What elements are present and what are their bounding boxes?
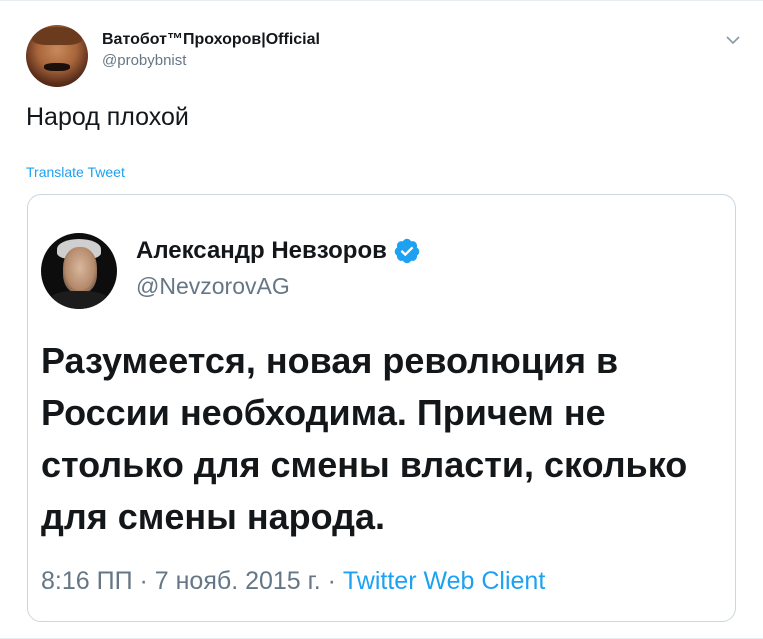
avatar-mustache (44, 63, 70, 71)
avatar-face (63, 247, 97, 293)
quoted-tweet-time[interactable]: 8:16 ПП (41, 567, 133, 595)
quoted-tweet-text: Разумеется, новая революция в России нео… (41, 340, 688, 537)
tweet-card: Ватобот™Прохоров|Official @probybnist На… (0, 0, 763, 639)
quoted-user-avatar[interactable] (41, 233, 117, 309)
user-block[interactable]: Ватобот™Прохоров|Official @probybnist (102, 31, 320, 69)
quoted-tweet-date[interactable]: 7 нояб. 2015 г. (155, 567, 321, 595)
display-name[interactable]: Ватобот™Прохоров|Official (102, 31, 320, 49)
quoted-display-name[interactable]: Александр Невзоров (136, 237, 387, 265)
quoted-tweet[interactable]: Александр Невзоров @NevzorovAG Разумеетс… (27, 194, 736, 622)
quoted-user-handle[interactable]: @NevzorovAG (136, 273, 290, 300)
user-handle[interactable]: @probybnist (102, 52, 320, 69)
quoted-name-row: Александр Невзоров (136, 237, 421, 265)
tweet-client-link[interactable]: Twitter Web Client (343, 567, 545, 595)
translate-tweet-link[interactable]: Translate Tweet (26, 164, 125, 180)
avatar-coat (47, 291, 111, 309)
avatar-hat (32, 27, 82, 45)
meta-separator: · (327, 567, 336, 595)
chevron-down-icon[interactable] (724, 31, 742, 49)
verified-badge-icon (394, 238, 420, 264)
tweet-header: Ватобот™Прохоров|Official @probybnist (26, 23, 746, 89)
user-avatar[interactable] (26, 25, 88, 87)
meta-separator: · (139, 567, 148, 595)
tweet-text: Народ плохой (26, 103, 189, 131)
quoted-tweet-meta: 8:16 ПП · 7 нояб. 2015 г. · Twitter Web … (41, 567, 545, 596)
